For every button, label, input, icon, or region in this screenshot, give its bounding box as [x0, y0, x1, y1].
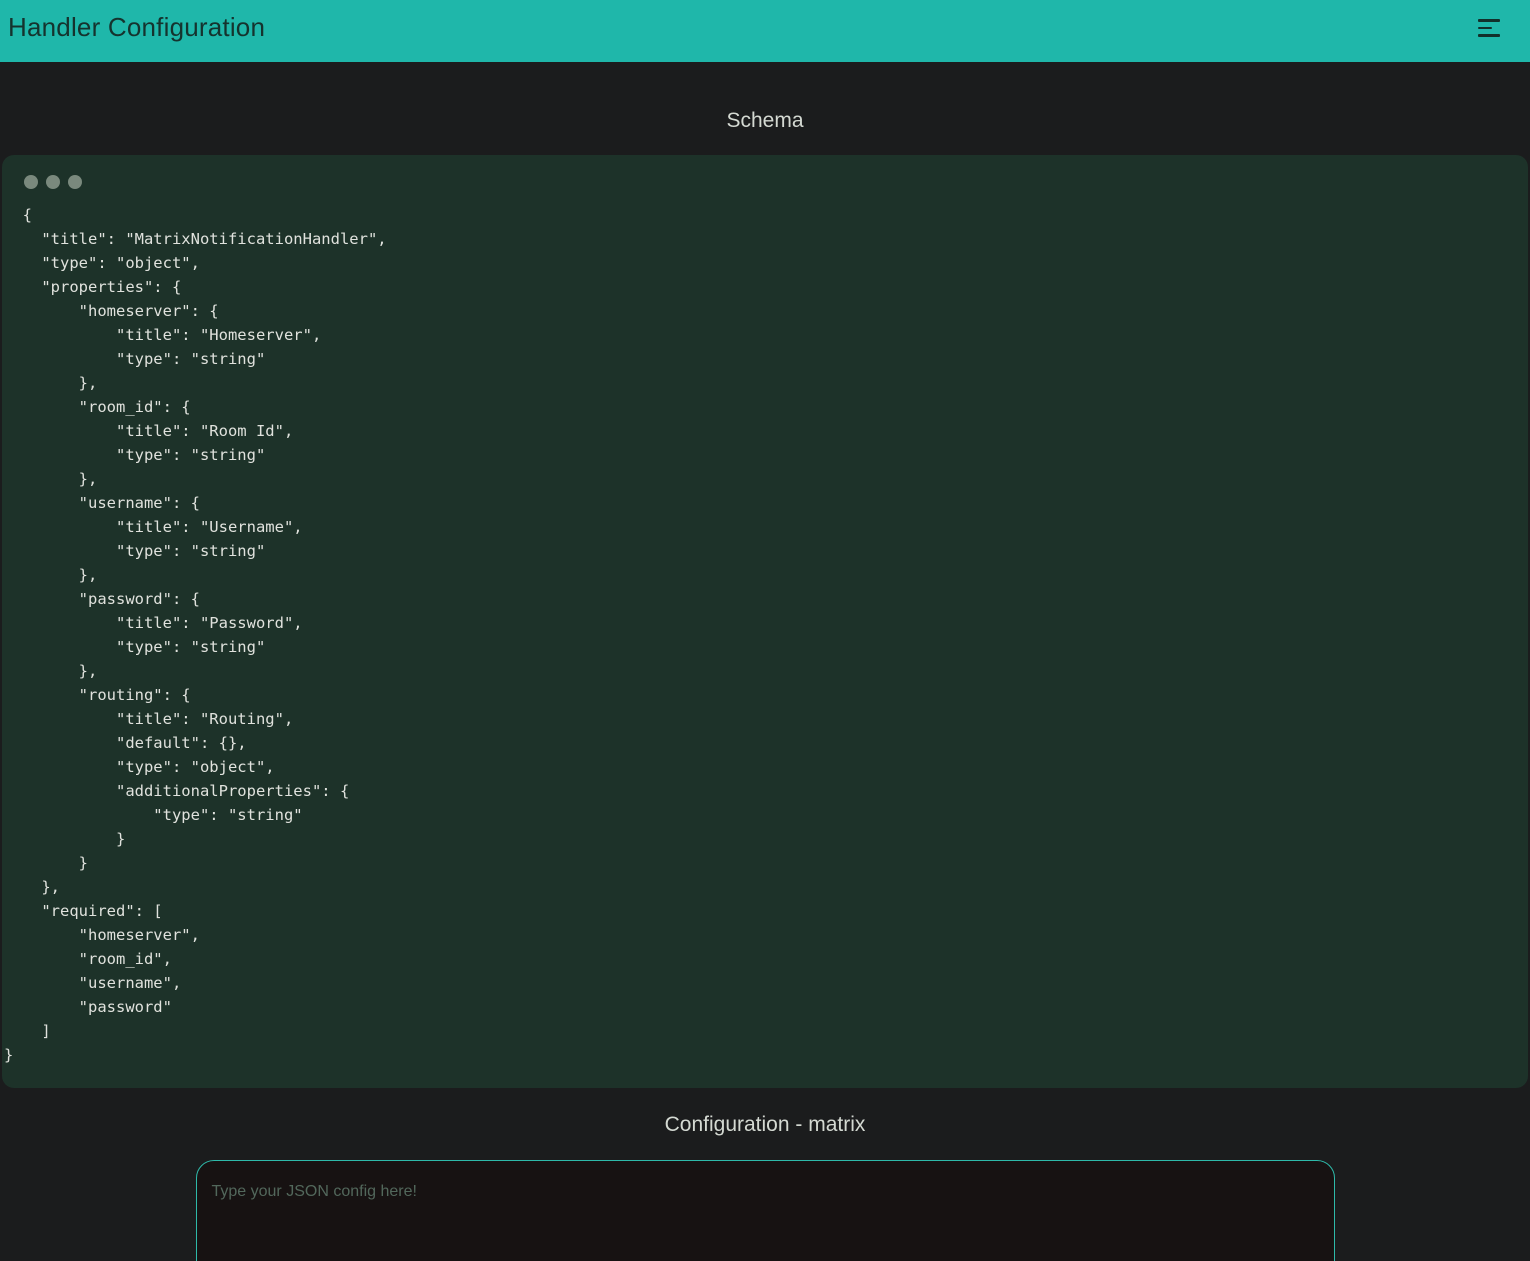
page-title: Handler Configuration	[8, 11, 266, 42]
main-content: Schema { "title": "MatrixNotificationHan…	[0, 107, 1530, 1261]
schema-code-window: { "title": "MatrixNotificationHandler", …	[2, 155, 1528, 1088]
app-header: Handler Configuration	[0, 0, 1530, 62]
menu-icon-bar-bottom	[1478, 34, 1500, 37]
config-heading: Configuration - matrix	[664, 1113, 866, 1136]
schema-heading: Schema	[726, 109, 804, 132]
menu-icon-bar-middle	[1478, 26, 1492, 30]
schema-json-code: { "title": "MatrixNotificationHandler", …	[4, 206, 387, 1064]
config-json-input[interactable]	[195, 1160, 1335, 1261]
menu-button[interactable]	[1478, 19, 1500, 37]
menu-icon-bar-top	[1478, 19, 1500, 22]
window-dot-icon	[46, 175, 60, 189]
window-dot-icon	[68, 175, 82, 189]
window-dots	[2, 155, 1528, 189]
window-dot-icon	[24, 175, 38, 189]
